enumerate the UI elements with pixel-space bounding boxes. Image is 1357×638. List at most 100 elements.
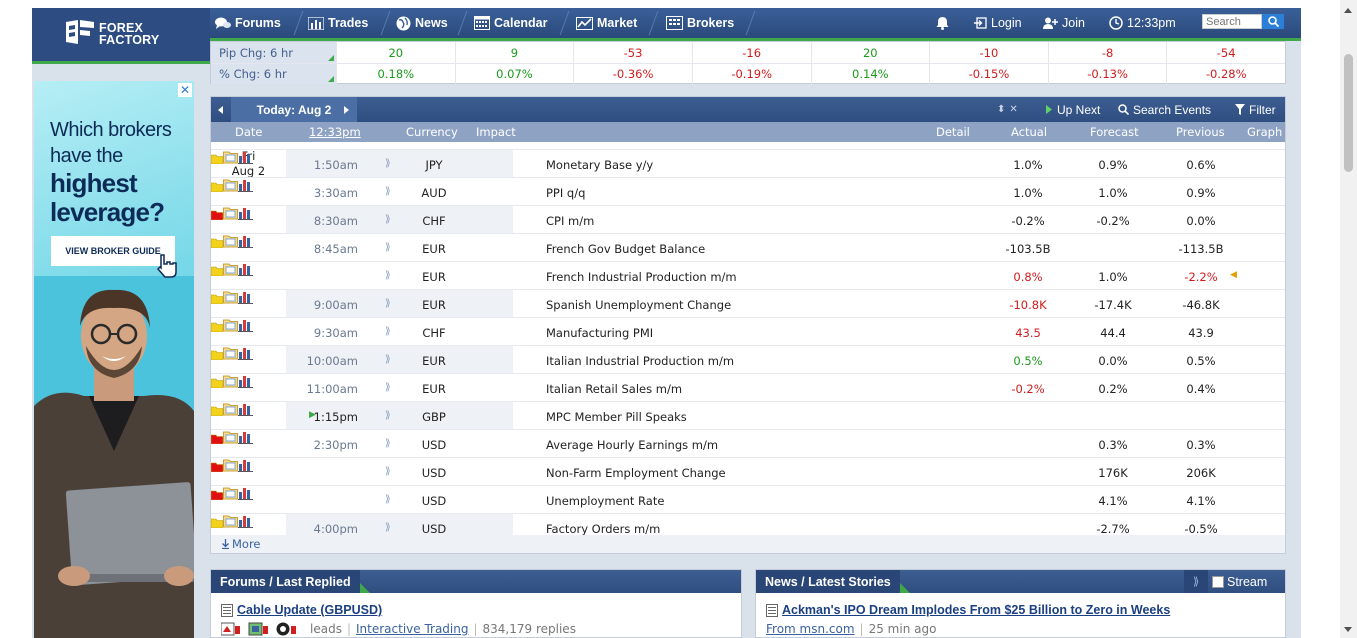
detail-folder-icon[interactable] (223, 402, 238, 416)
impact-folder-icon[interactable] (210, 406, 224, 417)
nav-brokers[interactable]: Brokers (666, 13, 734, 33)
impact-folder-icon[interactable] (210, 182, 224, 193)
graph-icon[interactable] (238, 178, 253, 192)
scrollbar-thumb[interactable] (1344, 54, 1353, 172)
impact-folder-icon[interactable] (210, 518, 224, 529)
ad-close-icon[interactable]: ✕ (178, 83, 192, 97)
broker-advertisement[interactable]: ✕ Which brokers have the highest leverag… (34, 81, 194, 638)
graph-icon[interactable] (238, 262, 253, 276)
graph-icon[interactable] (238, 206, 253, 220)
calendar-event-row[interactable]: 11:00am ⟫ EUR Italian Retail Sales m/m -0.2%… (210, 373, 1285, 401)
login-link[interactable]: Login (974, 13, 1022, 33)
calendar-event-row[interactable]: ⟫ EUR French Industrial Production m/m 0.8%… (210, 261, 1285, 289)
graph-icon[interactable] (238, 318, 253, 332)
detail-folder-icon[interactable] (223, 262, 238, 276)
detail-folder-icon[interactable] (223, 374, 238, 388)
nav-market[interactable]: Market (576, 13, 637, 33)
detail-folder-icon[interactable] (223, 346, 238, 360)
graph-icon[interactable] (238, 514, 253, 528)
news-headline-link[interactable]: Ackman's IPO Dream Implodes From $25 Bil… (782, 603, 1170, 617)
forums-panel-title[interactable]: Forums / Last Replied (211, 570, 370, 593)
search-input[interactable] (1202, 14, 1262, 29)
impact-folder-icon[interactable] (210, 434, 224, 445)
graph-icon[interactable] (238, 430, 253, 444)
stream-toggle[interactable]: Stream (1212, 570, 1267, 593)
search-button[interactable] (1262, 14, 1284, 29)
detail-folder-icon[interactable] (223, 234, 238, 248)
more-link[interactable]: More (211, 535, 1285, 553)
page-scrollbar[interactable] (1340, 0, 1357, 638)
join-link[interactable]: Join (1043, 13, 1085, 33)
detail-folder-icon[interactable] (223, 458, 238, 472)
graph-icon[interactable] (238, 486, 253, 500)
impact-folder-icon[interactable] (210, 350, 224, 361)
calendar-event-row[interactable]: ⟫ USD Unemployment Rate 4.1% 4.1% (210, 485, 1285, 513)
event-title[interactable]: Monetary Base y/y (546, 158, 653, 172)
calendar-event-row[interactable]: 2:30pm ⟫ USD Average Hourly Earnings m/m 0.3… (210, 429, 1285, 457)
collapse-icon[interactable]: ⬍ (997, 104, 1005, 115)
event-title[interactable]: Factory Orders m/m (546, 522, 660, 536)
event-title[interactable]: MPC Member Pill Speaks (546, 410, 687, 424)
event-title[interactable]: Average Hourly Earnings m/m (546, 438, 718, 452)
forum-category-link[interactable]: Interactive Trading (356, 622, 468, 636)
clock-time[interactable]: 12:33pm (1109, 13, 1176, 33)
search-events-button[interactable]: Search Events (1118, 97, 1211, 122)
notifications-button[interactable] (936, 13, 949, 33)
calendar-event-row[interactable]: 9:30am ⟫ CHF Manufacturing PMI 43.5 44.4 43.9 (210, 317, 1285, 345)
impact-folder-icon[interactable] (210, 238, 224, 249)
calendar-today-label[interactable]: Today: Aug 2 (231, 97, 357, 122)
nav-forums[interactable]: Forums (215, 13, 281, 33)
event-title[interactable]: Manufacturing PMI (546, 326, 653, 340)
impact-folder-icon[interactable] (210, 378, 224, 389)
news-panel-title[interactable]: News / Latest Stories (756, 570, 910, 593)
nav-trades[interactable]: Trades (308, 13, 368, 33)
thread-title-link[interactable]: Cable Update (GBPUSD) (237, 603, 382, 617)
calendar-event-row[interactable]: 1:50am ⟫ JPY Monetary Base y/y 1.0% 0.9% 0.6% (210, 149, 1285, 177)
impact-folder-icon[interactable] (210, 210, 224, 221)
header-time[interactable]: 12:33pm (309, 125, 361, 139)
detail-folder-icon[interactable] (223, 318, 238, 332)
graph-icon[interactable] (238, 150, 253, 164)
calendar-event-row[interactable]: 8:45am ⟫ EUR French Gov Budget Balance -103.… (210, 233, 1285, 261)
forum-thread-item[interactable]: Cable Update (GBPUSD) (221, 603, 382, 617)
event-title[interactable]: Italian Retail Sales m/m (546, 382, 682, 396)
calendar-event-row[interactable]: 8:30am ⟫ CHF CPI m/m -0.2% -0.2% 0.0% (210, 205, 1285, 233)
event-title[interactable]: Spanish Unemployment Change (546, 298, 731, 312)
impact-folder-icon[interactable] (210, 490, 224, 501)
filter-button[interactable]: Filter (1235, 97, 1276, 122)
event-title[interactable]: CPI m/m (546, 214, 594, 228)
graph-icon[interactable] (238, 346, 253, 360)
detail-folder-icon[interactable] (223, 178, 238, 192)
graph-icon[interactable] (238, 374, 253, 388)
detail-folder-icon[interactable] (223, 150, 238, 164)
impact-folder-icon[interactable] (210, 154, 224, 165)
close-icon[interactable]: ✕ (1009, 104, 1017, 115)
view-broker-guide-button[interactable]: VIEW BROKER GUIDE (51, 236, 177, 278)
up-next-button[interactable]: Up Next (1045, 97, 1100, 122)
detail-folder-icon[interactable] (223, 430, 238, 444)
scroll-down-arrow-icon[interactable] (1344, 627, 1352, 632)
audio-toggle[interactable]: ⟫ (1184, 570, 1208, 593)
expand-collapse-controls[interactable]: ⬍ ✕ (997, 97, 1018, 122)
calendar-event-row[interactable]: 10:00am ⟫ EUR Italian Industrial Production… (210, 345, 1285, 373)
event-title[interactable]: French Industrial Production m/m (546, 270, 737, 284)
detail-folder-icon[interactable] (223, 206, 238, 220)
site-logo[interactable]: FOREX FACTORY (32, 8, 210, 64)
nav-calendar[interactable]: Calendar (474, 13, 548, 33)
graph-icon[interactable] (238, 290, 253, 304)
stream-checkbox[interactable] (1212, 575, 1224, 588)
detail-folder-icon[interactable] (223, 290, 238, 304)
event-title[interactable]: PPI q/q (546, 186, 585, 200)
news-source-link[interactable]: From msn.com (766, 622, 855, 636)
impact-folder-icon[interactable] (210, 294, 224, 305)
scroll-up-arrow-icon[interactable] (1344, 8, 1352, 13)
graph-icon[interactable] (238, 234, 253, 248)
graph-icon[interactable] (238, 458, 253, 472)
next-day-arrow-icon[interactable] (344, 106, 349, 114)
detail-folder-icon[interactable] (223, 514, 238, 528)
detail-folder-icon[interactable] (223, 486, 238, 500)
event-title[interactable]: Italian Industrial Production m/m (546, 354, 734, 368)
graph-icon[interactable] (238, 402, 253, 416)
impact-folder-icon[interactable] (210, 322, 224, 333)
impact-folder-icon[interactable] (210, 266, 224, 277)
